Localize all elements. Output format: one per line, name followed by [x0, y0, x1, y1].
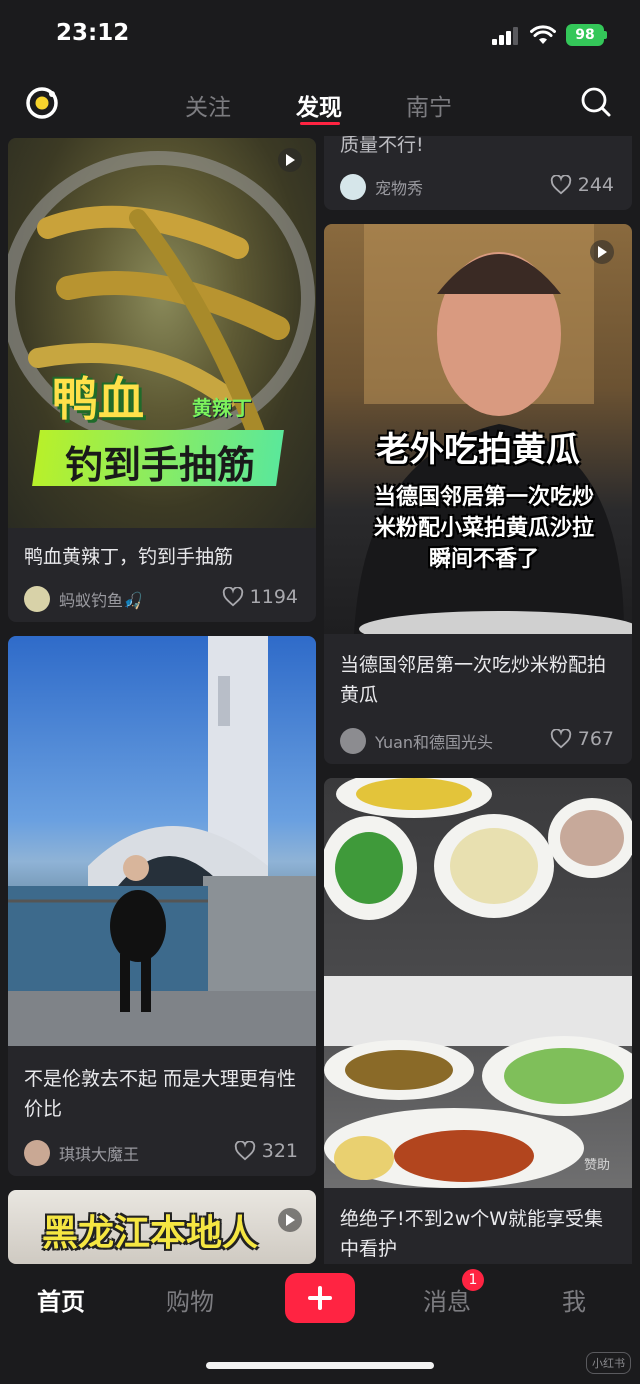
- like-count: 767: [577, 728, 614, 750]
- food-photo: 赞助: [324, 778, 632, 1188]
- like-button[interactable]: 767: [550, 728, 614, 750]
- avatar: [24, 586, 50, 612]
- feed-card-pet[interactable]: 质量不行! 宠物秀 244: [324, 136, 632, 210]
- avatar: [24, 1140, 50, 1166]
- wifi-icon: [530, 25, 556, 44]
- feed-card-heilongjiang[interactable]: 黑龙江本地人: [8, 1190, 316, 1264]
- video-play-icon: [590, 240, 614, 264]
- messages-badge: 1: [462, 1269, 484, 1291]
- card-title: 质量不行!: [340, 136, 424, 156]
- feed-card-sponsored[interactable]: 赞助 绝绝子!不到2w个W就能享受集中看护: [324, 778, 632, 1264]
- tab-discover[interactable]: 发现: [296, 88, 342, 122]
- feed-card-fishing[interactable]: 鸭血 黄辣丁 钓到手抽筋 鸭血黄辣丁，钓到手抽筋 蚂蚁钓鱼🎣 1194: [8, 138, 316, 622]
- card-author[interactable]: Yuan和德国光头: [340, 728, 493, 754]
- sponsor-tag: 赞助: [583, 1158, 610, 1173]
- card-author[interactable]: 蚂蚁钓鱼🎣: [24, 586, 143, 612]
- caption-hand-cramp: 钓到手抽筋: [64, 443, 255, 487]
- caption-duck-blood: 鸭血: [52, 372, 144, 426]
- feed-card-dali[interactable]: 不是伦敦去不起 而是大理更有性价比 琪琪大魔王 321: [8, 636, 316, 1176]
- heart-icon: [550, 729, 571, 749]
- status-time: 23:12: [56, 20, 130, 46]
- avatar: [340, 174, 366, 200]
- caption-foreigner: 老外吃拍黄瓜: [376, 430, 580, 470]
- like-count: 244: [577, 174, 614, 196]
- like-count: 1194: [249, 586, 298, 608]
- man-eating-photo: 老外吃拍黄瓜 当德国邻居第一次吃炒米粉配小菜拍黄瓜沙拉瞬间不香了: [324, 224, 632, 634]
- card-title: 绝绝子!不到2w个W就能享受集中看护: [340, 1208, 604, 1260]
- nav-me[interactable]: 我: [562, 1282, 586, 1317]
- card-author[interactable]: 琪琪大魔王: [24, 1140, 139, 1166]
- nav-home[interactable]: 首页: [37, 1282, 85, 1317]
- card-title: 鸭血黄辣丁，钓到手抽筋: [24, 546, 234, 568]
- like-button[interactable]: 1194: [222, 586, 298, 608]
- author-name: 蚂蚁钓鱼🎣: [59, 591, 143, 610]
- tab-local-city[interactable]: 南宁: [406, 88, 452, 122]
- video-play-icon: [278, 1208, 302, 1232]
- tab-following[interactable]: 关注: [185, 88, 231, 122]
- caption-subtitle: 当德国邻居第一次吃炒米粉配小菜拍黄瓜沙拉瞬间不香了: [373, 485, 594, 572]
- author-name: Yuan和德国光头: [375, 733, 494, 752]
- caption-fish-type: 黄辣丁: [192, 396, 252, 420]
- app-watermark: 小红书: [586, 1352, 631, 1374]
- video-play-icon: [278, 148, 302, 172]
- feed-card-german-neighbor[interactable]: 老外吃拍黄瓜 当德国邻居第一次吃炒米粉配小菜拍黄瓜沙拉瞬间不香了 当德国邻居第一…: [324, 224, 632, 764]
- fish-photo: 鸭血 黄辣丁 钓到手抽筋: [8, 138, 316, 528]
- cellular-signal-icon: [492, 27, 518, 45]
- bridge-photo: [8, 636, 316, 1046]
- like-button[interactable]: 321: [234, 1140, 298, 1162]
- author-name: 宠物秀: [375, 179, 424, 198]
- like-count: 321: [261, 1140, 298, 1162]
- app-logo-icon[interactable]: [24, 85, 60, 121]
- create-post-button[interactable]: [285, 1273, 355, 1323]
- home-indicator: [206, 1362, 434, 1369]
- heart-icon: [234, 1141, 255, 1161]
- avatar: [340, 728, 366, 754]
- battery-cap: [604, 31, 607, 39]
- author-name: 琪琪大魔王: [59, 1145, 140, 1164]
- battery-indicator: 98: [566, 24, 604, 46]
- card-title: 不是伦敦去不起 而是大理更有性价比: [24, 1068, 297, 1120]
- caption-heilongjiang: 黑龙江本地人: [42, 1213, 259, 1254]
- like-button[interactable]: 244: [550, 174, 614, 196]
- heart-icon: [550, 175, 571, 195]
- search-icon[interactable]: [580, 86, 612, 118]
- active-tab-indicator: [300, 122, 340, 125]
- card-author[interactable]: 宠物秀: [340, 174, 423, 200]
- heart-icon: [222, 587, 243, 607]
- card-title: 当德国邻居第一次吃炒米粉配拍黄瓜: [340, 654, 607, 706]
- nav-shopping[interactable]: 购物: [166, 1282, 214, 1317]
- plus-icon: [308, 1286, 332, 1310]
